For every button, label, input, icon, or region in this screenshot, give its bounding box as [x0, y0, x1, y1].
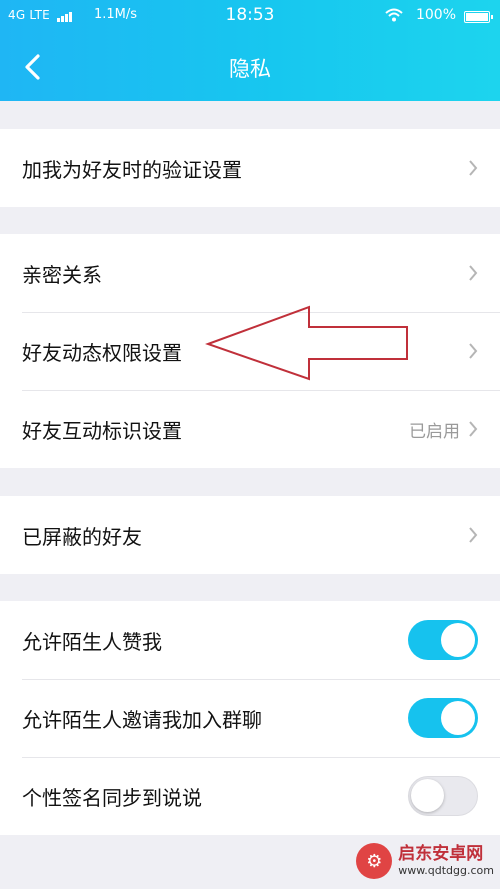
settings-row-verification[interactable]: 加我为好友时的验证设置 [0, 129, 500, 207]
row-label: 加我为好友时的验证设置 [22, 157, 242, 182]
signature-sync-toggle[interactable] [408, 776, 478, 816]
annotation-arrow [205, 305, 408, 381]
settings-row-interaction-marks[interactable]: 好友互动标识设置 已启用 [0, 390, 500, 468]
status-bar: 4G LTE 1.1M/s 18:53 100% [0, 0, 500, 32]
watermark-logo-icon: ⚙ [356, 843, 393, 879]
battery-percent: 100% [415, 7, 456, 23]
row-label: 好友互动标识设置 [22, 418, 182, 443]
toggle-knob [441, 701, 475, 735]
app-header: 4G LTE 1.1M/s 18:53 100% 隐私 [0, 0, 500, 101]
chevron-right-icon [469, 265, 478, 281]
row-label: 个性签名同步到说说 [22, 785, 202, 810]
chevron-right-icon [469, 160, 478, 176]
watermark: ⚙ 启东安卓网 www.qdtdgg.com [356, 837, 494, 885]
row-label: 允许陌生人赞我 [22, 629, 162, 654]
chevron-right-icon [469, 421, 478, 437]
section-verification: 加我为好友时的验证设置 [0, 129, 500, 207]
section-blocked: 已屏蔽的好友 [0, 496, 500, 574]
row-label: 好友动态权限设置 [22, 340, 182, 365]
toggle-knob [411, 779, 444, 812]
section-stranger: 允许陌生人赞我 允许陌生人邀请我加入群聊 个性签名同步到说说 [0, 601, 500, 835]
battery-icon [464, 11, 493, 23]
page-title: 隐私 [229, 57, 271, 81]
watermark-name: 启东安卓网 [398, 844, 484, 864]
wifi-icon [385, 8, 403, 22]
settings-row-intimate[interactable]: 亲密关系 [0, 234, 500, 312]
row-value: 已启用 [409, 421, 460, 442]
settings-row-stranger-invite: 允许陌生人邀请我加入群聊 [0, 679, 500, 757]
stranger-like-toggle[interactable] [408, 620, 478, 660]
row-label: 亲密关系 [22, 262, 102, 287]
chevron-right-icon [469, 343, 478, 359]
row-label: 允许陌生人邀请我加入群聊 [22, 707, 262, 732]
watermark-url: www.qdtdgg.com [398, 864, 494, 877]
settings-row-blocked-friends[interactable]: 已屏蔽的好友 [0, 496, 500, 574]
stranger-invite-toggle[interactable] [408, 698, 478, 738]
settings-row-signature-sync: 个性签名同步到说说 [0, 757, 500, 835]
toggle-knob [441, 623, 475, 657]
chevron-right-icon [469, 527, 478, 543]
settings-row-stranger-like: 允许陌生人赞我 [0, 601, 500, 679]
row-label: 已屏蔽的好友 [22, 524, 142, 549]
